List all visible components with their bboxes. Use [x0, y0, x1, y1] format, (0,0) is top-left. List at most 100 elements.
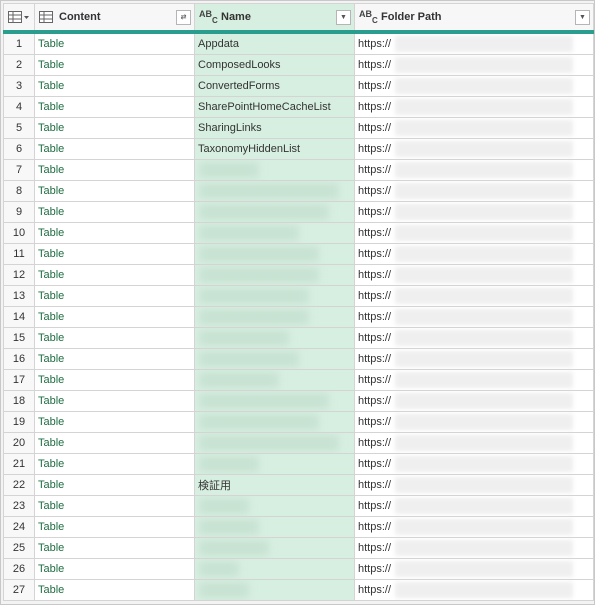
content-cell-link[interactable]: Table — [34, 75, 195, 97]
content-cell-link[interactable]: Table — [34, 516, 195, 538]
folder-path-cell[interactable]: https:// — [354, 537, 594, 559]
name-cell[interactable]: ComposedLooks — [194, 54, 355, 76]
content-cell-link[interactable]: Table — [34, 54, 195, 76]
content-cell-link[interactable]: Table — [34, 96, 195, 118]
dropdown-icon[interactable]: ▼ — [575, 10, 590, 25]
name-cell[interactable]: TaxonomyHiddenList — [194, 138, 355, 160]
folder-path-cell[interactable]: https:// — [354, 138, 594, 160]
table-row[interactable]: 10 Table https:// — [3, 222, 594, 244]
content-cell-link[interactable]: Table — [34, 432, 195, 454]
table-row[interactable]: 6 Table TaxonomyHiddenList https:// — [3, 138, 594, 160]
expand-columns-icon[interactable]: ⇄ — [176, 10, 191, 25]
content-cell-link[interactable]: Table — [34, 159, 195, 181]
content-cell-link[interactable]: Table — [34, 31, 195, 55]
folder-path-cell[interactable]: https:// — [354, 31, 594, 55]
table-row[interactable]: 5 Table SharingLinks https:// — [3, 117, 594, 139]
table-row[interactable]: 27 Table https:// — [3, 579, 594, 601]
folder-path-cell[interactable]: https:// — [354, 117, 594, 139]
table-row[interactable]: 11 Table https:// — [3, 243, 594, 265]
content-cell-link[interactable]: Table — [34, 222, 195, 244]
folder-path-cell[interactable]: https:// — [354, 201, 594, 223]
folder-path-cell[interactable]: https:// — [354, 390, 594, 412]
table-row[interactable]: 19 Table https:// — [3, 411, 594, 433]
name-cell[interactable] — [194, 558, 355, 580]
content-cell-link[interactable]: Table — [34, 390, 195, 412]
folder-path-cell[interactable]: https:// — [354, 495, 594, 517]
content-cell-link[interactable]: Table — [34, 411, 195, 433]
dropdown-icon[interactable]: ▼ — [336, 10, 351, 25]
table-row[interactable]: 13 Table https:// — [3, 285, 594, 307]
content-cell-link[interactable]: Table — [34, 558, 195, 580]
folder-path-cell[interactable]: https:// — [354, 180, 594, 202]
table-row[interactable]: 3 Table ConvertedForms https:// — [3, 75, 594, 97]
table-row[interactable]: 21 Table https:// — [3, 453, 594, 475]
folder-path-cell[interactable]: https:// — [354, 285, 594, 307]
folder-path-cell[interactable]: https:// — [354, 369, 594, 391]
name-cell[interactable] — [194, 327, 355, 349]
folder-path-cell[interactable]: https:// — [354, 96, 594, 118]
table-row[interactable]: 15 Table https:// — [3, 327, 594, 349]
content-cell-link[interactable]: Table — [34, 537, 195, 559]
column-header-name[interactable]: ABC Name ▼ — [194, 3, 355, 34]
name-cell[interactable] — [194, 516, 355, 538]
content-cell-link[interactable]: Table — [34, 474, 195, 496]
name-cell[interactable] — [194, 222, 355, 244]
name-cell[interactable]: Appdata — [194, 31, 355, 55]
content-cell-link[interactable]: Table — [34, 327, 195, 349]
table-row[interactable]: 25 Table https:// — [3, 537, 594, 559]
folder-path-cell[interactable]: https:// — [354, 411, 594, 433]
folder-path-cell[interactable]: https:// — [354, 222, 594, 244]
folder-path-cell[interactable]: https:// — [354, 75, 594, 97]
table-row[interactable]: 24 Table https:// — [3, 516, 594, 538]
folder-path-cell[interactable]: https:// — [354, 159, 594, 181]
name-cell[interactable]: SharePointHomeCacheList — [194, 96, 355, 118]
name-cell[interactable] — [194, 264, 355, 286]
content-cell-link[interactable]: Table — [34, 201, 195, 223]
name-cell[interactable] — [194, 243, 355, 265]
content-cell-link[interactable]: Table — [34, 579, 195, 601]
table-row[interactable]: 9 Table https:// — [3, 201, 594, 223]
content-cell-link[interactable]: Table — [34, 138, 195, 160]
name-cell[interactable] — [194, 306, 355, 328]
table-row[interactable]: 1 Table Appdata https:// — [3, 31, 594, 55]
folder-path-cell[interactable]: https:// — [354, 558, 594, 580]
content-cell-link[interactable]: Table — [34, 369, 195, 391]
table-row[interactable]: 14 Table https:// — [3, 306, 594, 328]
content-cell-link[interactable]: Table — [34, 264, 195, 286]
table-row[interactable]: 22 Table 検証用 https:// — [3, 474, 594, 496]
folder-path-cell[interactable]: https:// — [354, 348, 594, 370]
folder-path-cell[interactable]: https:// — [354, 54, 594, 76]
name-cell[interactable] — [194, 411, 355, 433]
folder-path-cell[interactable]: https:// — [354, 432, 594, 454]
table-row[interactable]: 18 Table https:// — [3, 390, 594, 412]
table-row[interactable]: 20 Table https:// — [3, 432, 594, 454]
content-cell-link[interactable]: Table — [34, 180, 195, 202]
folder-path-cell[interactable]: https:// — [354, 453, 594, 475]
table-row[interactable]: 16 Table https:// — [3, 348, 594, 370]
folder-path-cell[interactable]: https:// — [354, 327, 594, 349]
table-row[interactable]: 23 Table https:// — [3, 495, 594, 517]
name-cell[interactable]: ConvertedForms — [194, 75, 355, 97]
table-row[interactable]: 12 Table https:// — [3, 264, 594, 286]
name-cell[interactable] — [194, 495, 355, 517]
name-cell[interactable] — [194, 285, 355, 307]
table-row[interactable]: 2 Table ComposedLooks https:// — [3, 54, 594, 76]
column-header-content[interactable]: Content ⇄ — [34, 3, 195, 34]
name-cell[interactable]: 検証用 — [194, 474, 355, 496]
name-cell[interactable] — [194, 537, 355, 559]
name-cell[interactable] — [194, 453, 355, 475]
folder-path-cell[interactable]: https:// — [354, 264, 594, 286]
content-cell-link[interactable]: Table — [34, 306, 195, 328]
name-cell[interactable] — [194, 159, 355, 181]
name-cell[interactable] — [194, 201, 355, 223]
name-cell[interactable] — [194, 432, 355, 454]
table-row[interactable]: 4 Table SharePointHomeCacheList https:// — [3, 96, 594, 118]
name-cell[interactable] — [194, 369, 355, 391]
content-cell-link[interactable]: Table — [34, 285, 195, 307]
content-cell-link[interactable]: Table — [34, 453, 195, 475]
table-row[interactable]: 17 Table https:// — [3, 369, 594, 391]
table-row[interactable]: 8 Table https:// — [3, 180, 594, 202]
folder-path-cell[interactable]: https:// — [354, 579, 594, 601]
name-cell[interactable] — [194, 180, 355, 202]
name-cell[interactable]: SharingLinks — [194, 117, 355, 139]
